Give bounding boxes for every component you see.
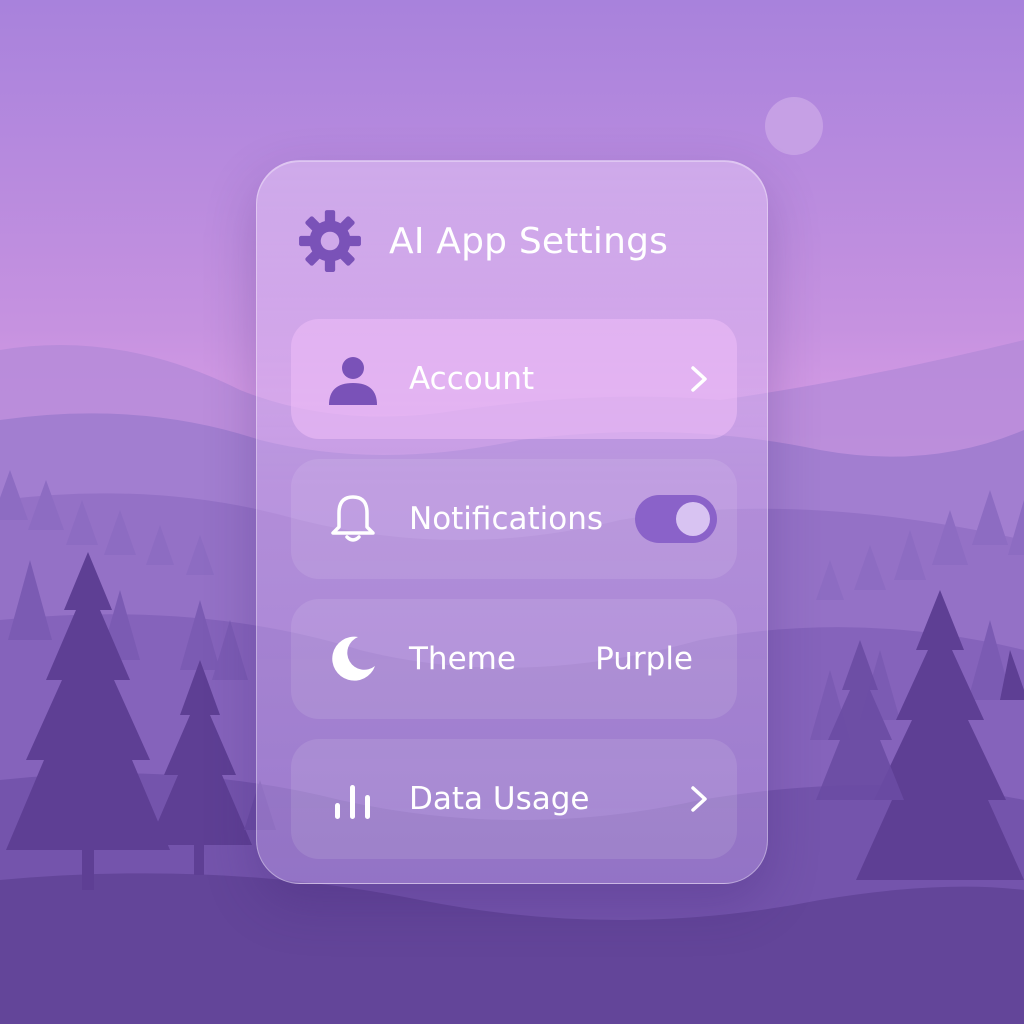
panel-header: AI App Settings bbox=[297, 209, 668, 273]
settings-row-theme[interactable]: Theme Purple bbox=[291, 599, 737, 719]
settings-row-notifications[interactable]: Notifications bbox=[291, 459, 737, 579]
account-label: Account bbox=[409, 361, 535, 397]
theme-label: Theme bbox=[409, 641, 516, 677]
theme-value: Purple bbox=[595, 641, 693, 677]
moon-disc bbox=[765, 97, 823, 155]
chevron-right-icon bbox=[691, 786, 707, 812]
settings-scene: AI App Settings Account Notifications Th… bbox=[0, 0, 1024, 1024]
notifications-label: Notifications bbox=[409, 501, 604, 537]
gear-icon bbox=[299, 210, 361, 272]
moon-icon bbox=[332, 636, 375, 681]
bell-icon bbox=[331, 495, 375, 542]
settings-row-data-usage[interactable]: Data Usage bbox=[291, 739, 737, 859]
settings-row-account[interactable]: Account bbox=[291, 319, 737, 439]
bar-chart-icon bbox=[335, 785, 370, 819]
toggle-knob bbox=[676, 502, 710, 536]
panel-title: AI App Settings bbox=[389, 220, 669, 262]
user-icon bbox=[329, 357, 377, 405]
data-usage-label: Data Usage bbox=[409, 781, 590, 817]
chevron-right-icon bbox=[691, 366, 707, 392]
notifications-toggle[interactable] bbox=[635, 495, 717, 543]
settings-panel: AI App Settings Account Notifications Th… bbox=[256, 160, 768, 884]
